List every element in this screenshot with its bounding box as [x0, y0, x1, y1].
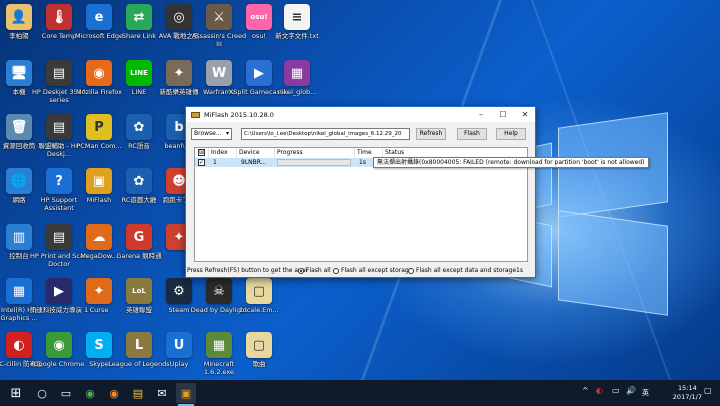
start-icon[interactable]: ⊞ — [6, 383, 26, 403]
window-title: MiFlash 2015.10.28.0 — [204, 110, 274, 119]
app-icon: ▢ — [246, 278, 272, 304]
progress-bar — [277, 159, 351, 166]
task-view-icon[interactable]: ▭ — [56, 383, 76, 403]
miflash-app-icon — [191, 111, 200, 118]
show-hidden-icons-icon[interactable]: ^ — [582, 386, 589, 395]
browse-label: Browse... — [194, 130, 222, 137]
row-time: 1s — [359, 159, 366, 166]
taskbar: ⊞ ○ ▭ ◉ ◉ ▤ ✉ ▣ ^ ◐ ▭ 🔊 英 15:14 2017/1/7… — [0, 380, 720, 406]
app-icon: ▢ — [246, 332, 272, 358]
row-checkbox[interactable]: ✓ — [198, 159, 205, 166]
file-explorer-icon[interactable]: ▤ — [128, 383, 148, 403]
desktop-icon[interactable]: ▢ 歌曲 — [228, 330, 290, 386]
help-button[interactable]: Help — [496, 128, 526, 140]
windows-logo-pane — [558, 210, 668, 316]
chrome-icon[interactable]: ◉ — [80, 383, 100, 403]
flash-all-radio[interactable] — [298, 268, 304, 274]
miflash-window[interactable]: MiFlash 2015.10.28.0 – ☐ ✕ Browse... ▾ C… — [185, 106, 536, 278]
row-status: 無法擷出射攝錄(0x80004005: FAILED (remote: down… — [373, 157, 649, 168]
column-header[interactable]: Index — [209, 148, 237, 158]
flash-except-data-storage-radio[interactable] — [408, 268, 414, 274]
minimize-icon[interactable]: – — [470, 107, 492, 122]
row-device: 9LNBR... — [241, 159, 267, 166]
close-icon[interactable]: ✕ — [514, 107, 536, 122]
desktop-icon[interactable]: ▢ Locale.Em... — [228, 276, 290, 332]
pc-cillin-tray-icon[interactable]: ◐ — [596, 386, 603, 395]
miflash-taskbar-icon[interactable]: ▣ — [176, 383, 196, 406]
flash-except-data-storage-label[interactable]: Flash all except data and storage — [416, 265, 516, 277]
clock-time: 15:14 — [678, 384, 697, 392]
desktop-icon-label: 歌曲 — [252, 360, 266, 368]
desktop-icon-label: nikel_glob... — [277, 88, 317, 96]
desktop-icon-label: 新文字文件.txt — [275, 32, 319, 40]
path-input[interactable]: C:\Users\lo_l.ee\Desktop\nikel_global_im… — [241, 128, 410, 140]
desktop-icon-label: Locale.Em... — [239, 306, 279, 314]
title-bar[interactable]: MiFlash 2015.10.28.0 – ☐ ✕ — [186, 107, 535, 122]
browse-dropdown[interactable]: Browse... ▾ — [191, 128, 232, 140]
app-icon: ≡ — [284, 4, 310, 30]
status-bar: Press Refresh(F5) button to get the avai… — [186, 265, 535, 277]
toolbar: Browse... ▾ C:\Users\lo_l.ee\Desktop\nik… — [186, 122, 535, 144]
header-select-all[interactable]: ☒ — [195, 148, 209, 158]
input-language-icon[interactable]: 英 — [642, 388, 649, 398]
flash-except-storage-radio[interactable] — [333, 268, 339, 274]
clock[interactable]: 15:14 2017/1/7 — [673, 384, 702, 402]
clock-date: 2017/1/7 — [672, 393, 702, 401]
hint-text: Press Refresh(F5) button to get the avai — [187, 267, 307, 274]
refresh-button[interactable]: Refresh — [416, 128, 446, 140]
firefox-icon[interactable]: ◉ — [104, 383, 124, 403]
mail-icon[interactable]: ✉ — [152, 383, 172, 403]
app-icon: ▦ — [284, 60, 310, 86]
maximize-icon[interactable]: ☐ — [492, 107, 514, 122]
flash-all-label[interactable]: Flash all — [306, 265, 331, 277]
flash-button[interactable]: Flash — [457, 128, 487, 140]
select-all-checkbox[interactable]: ☒ — [198, 149, 205, 156]
desktop-icon[interactable]: ≡ 新文字文件.txt — [266, 2, 328, 58]
volume-icon[interactable]: 🔊 — [626, 386, 636, 395]
network-icon[interactable]: ▭ — [612, 386, 620, 395]
elapsed-time: 1s — [516, 267, 523, 274]
notification-icon[interactable]: ▢ — [704, 386, 712, 395]
chevron-down-icon: ▾ — [225, 130, 229, 137]
column-header[interactable]: Device — [237, 148, 275, 158]
search-icon[interactable]: ○ — [32, 383, 52, 403]
flash-except-storage-label[interactable]: Flash all except storage — [341, 265, 412, 277]
column-header[interactable]: Progress — [275, 148, 355, 158]
row-index: 1 — [213, 159, 217, 166]
